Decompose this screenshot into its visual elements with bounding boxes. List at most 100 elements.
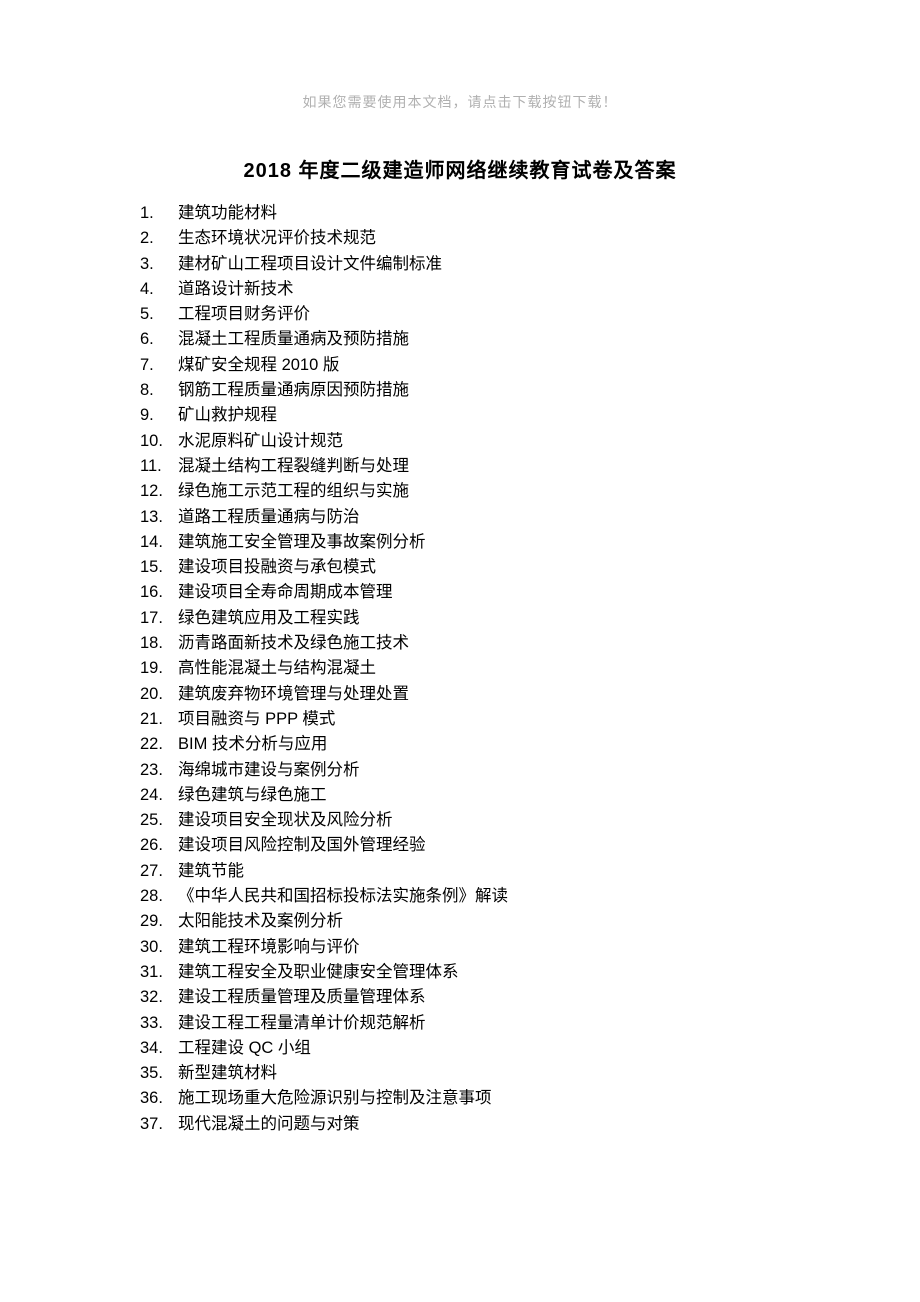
list-item: 17.绿色建筑应用及工程实践 [140, 606, 800, 631]
list-item-number: 18. [140, 631, 172, 656]
list-item-number: 20. [140, 682, 172, 707]
list-item-text: 海绵城市建设与案例分析 [172, 758, 360, 783]
list-item-number: 8. [140, 378, 172, 403]
list-item-number: 5. [140, 302, 172, 327]
list-item: 35.新型建筑材料 [140, 1061, 800, 1086]
list-item-text: 建设项目风险控制及国外管理经验 [172, 833, 426, 858]
list-item-number: 23. [140, 758, 172, 783]
list-item-text: 《中华人民共和国招标投标法实施条例》解读 [172, 884, 508, 909]
list-item-number: 7. [140, 353, 172, 378]
header-note: 如果您需要使用本文档，请点击下载按钮下载！ [0, 0, 920, 112]
list-item: 2.生态环境状况评价技术规范 [140, 226, 800, 251]
list-item-text: 工程项目财务评价 [172, 302, 310, 327]
list-item-number: 10. [140, 429, 172, 454]
list-item-text: 绿色建筑与绿色施工 [172, 783, 327, 808]
list-item-text: 沥青路面新技术及绿色施工技术 [172, 631, 409, 656]
list-item: 31.建筑工程安全及职业健康安全管理体系 [140, 960, 800, 985]
list-item-text: 钢筋工程质量通病原因预防措施 [172, 378, 409, 403]
list-item: 33.建设工程工程量清单计价规范解析 [140, 1011, 800, 1036]
list-item-text: 建筑工程安全及职业健康安全管理体系 [172, 960, 459, 985]
list-item: 14.建筑施工安全管理及事故案例分析 [140, 530, 800, 555]
list-item-text: 项目融资与 PPP 模式 [172, 707, 335, 732]
list-item: 4.道路设计新技术 [140, 277, 800, 302]
list-item: 13.道路工程质量通病与防治 [140, 505, 800, 530]
list-item-number: 16. [140, 580, 172, 605]
list-item-number: 26. [140, 833, 172, 858]
list-item-number: 6. [140, 327, 172, 352]
list-item-text: 高性能混凝土与结构混凝土 [172, 656, 376, 681]
list-item: 34.工程建设 QC 小组 [140, 1036, 800, 1061]
list-item-number: 4. [140, 277, 172, 302]
list-item-text: 绿色施工示范工程的组织与实施 [172, 479, 409, 504]
list-item: 7.煤矿安全规程 2010 版 [140, 353, 800, 378]
list-item: 10.水泥原料矿山设计规范 [140, 429, 800, 454]
page-title: 2018 年度二级建造师网络继续教育试卷及答案 [0, 154, 920, 183]
list-item-number: 2. [140, 226, 172, 251]
list-item-number: 19. [140, 656, 172, 681]
list-item: 26.建设项目风险控制及国外管理经验 [140, 833, 800, 858]
list-item-text: 建筑节能 [172, 859, 244, 884]
list-item-number: 33. [140, 1011, 172, 1036]
list-item-text: 混凝土结构工程裂缝判断与处理 [172, 454, 409, 479]
list-item: 11.混凝土结构工程裂缝判断与处理 [140, 454, 800, 479]
content-list: 1.建筑功能材料2.生态环境状况评价技术规范3.建材矿山工程项目设计文件编制标准… [0, 201, 920, 1137]
list-item: 28.《中华人民共和国招标投标法实施条例》解读 [140, 884, 800, 909]
list-item-text: 建设工程工程量清单计价规范解析 [172, 1011, 426, 1036]
list-item: 29.太阳能技术及案例分析 [140, 909, 800, 934]
list-item-number: 15. [140, 555, 172, 580]
list-item-text: 混凝土工程质量通病及预防措施 [172, 327, 409, 352]
list-item-text: 建筑废弃物环境管理与处理处置 [172, 682, 409, 707]
list-item-number: 17. [140, 606, 172, 631]
list-item-text: 煤矿安全规程 2010 版 [172, 353, 339, 378]
list-item-number: 13. [140, 505, 172, 530]
list-item-number: 25. [140, 808, 172, 833]
list-item-number: 32. [140, 985, 172, 1010]
list-item-number: 29. [140, 909, 172, 934]
list-item: 25.建设项目安全现状及风险分析 [140, 808, 800, 833]
list-item-number: 9. [140, 403, 172, 428]
list-item: 18.沥青路面新技术及绿色施工技术 [140, 631, 800, 656]
list-item-number: 12. [140, 479, 172, 504]
list-item-number: 30. [140, 935, 172, 960]
list-item-number: 3. [140, 252, 172, 277]
list-item: 6.混凝土工程质量通病及预防措施 [140, 327, 800, 352]
list-item-number: 24. [140, 783, 172, 808]
list-item-text: 水泥原料矿山设计规范 [172, 429, 343, 454]
list-item-text: 建设项目安全现状及风险分析 [172, 808, 393, 833]
list-item: 5.工程项目财务评价 [140, 302, 800, 327]
list-item-text: 建设项目全寿命周期成本管理 [172, 580, 393, 605]
list-item-text: 现代混凝土的问题与对策 [172, 1112, 360, 1137]
list-item: 32.建设工程质量管理及质量管理体系 [140, 985, 800, 1010]
list-item-number: 36. [140, 1086, 172, 1111]
list-item-text: 建设工程质量管理及质量管理体系 [172, 985, 426, 1010]
list-item-text: 工程建设 QC 小组 [172, 1036, 311, 1061]
list-item: 37.现代混凝土的问题与对策 [140, 1112, 800, 1137]
list-item: 20.建筑废弃物环境管理与处理处置 [140, 682, 800, 707]
list-item-number: 31. [140, 960, 172, 985]
list-item: 16.建设项目全寿命周期成本管理 [140, 580, 800, 605]
list-item: 24.绿色建筑与绿色施工 [140, 783, 800, 808]
list-item-number: 35. [140, 1061, 172, 1086]
list-item-number: 1. [140, 201, 172, 226]
list-item-text: 太阳能技术及案例分析 [172, 909, 343, 934]
list-item-text: 建筑功能材料 [172, 201, 277, 226]
list-item: 9.矿山救护规程 [140, 403, 800, 428]
list-item-text: 建设项目投融资与承包模式 [172, 555, 376, 580]
list-item: 3.建材矿山工程项目设计文件编制标准 [140, 252, 800, 277]
list-item: 27.建筑节能 [140, 859, 800, 884]
list-item: 30.建筑工程环境影响与评价 [140, 935, 800, 960]
list-item: 1.建筑功能材料 [140, 201, 800, 226]
list-item-text: 矿山救护规程 [172, 403, 277, 428]
list-item-text: 建筑施工安全管理及事故案例分析 [172, 530, 426, 555]
list-item-number: 14. [140, 530, 172, 555]
list-item: 21.项目融资与 PPP 模式 [140, 707, 800, 732]
list-item-number: 11. [140, 454, 172, 479]
list-item: 8.钢筋工程质量通病原因预防措施 [140, 378, 800, 403]
list-item-text: BIM 技术分析与应用 [172, 732, 327, 757]
list-item-number: 27. [140, 859, 172, 884]
list-item-number: 22. [140, 732, 172, 757]
list-item: 19.高性能混凝土与结构混凝土 [140, 656, 800, 681]
list-item-text: 建材矿山工程项目设计文件编制标准 [172, 252, 442, 277]
list-item-text: 道路设计新技术 [172, 277, 294, 302]
list-item: 15.建设项目投融资与承包模式 [140, 555, 800, 580]
